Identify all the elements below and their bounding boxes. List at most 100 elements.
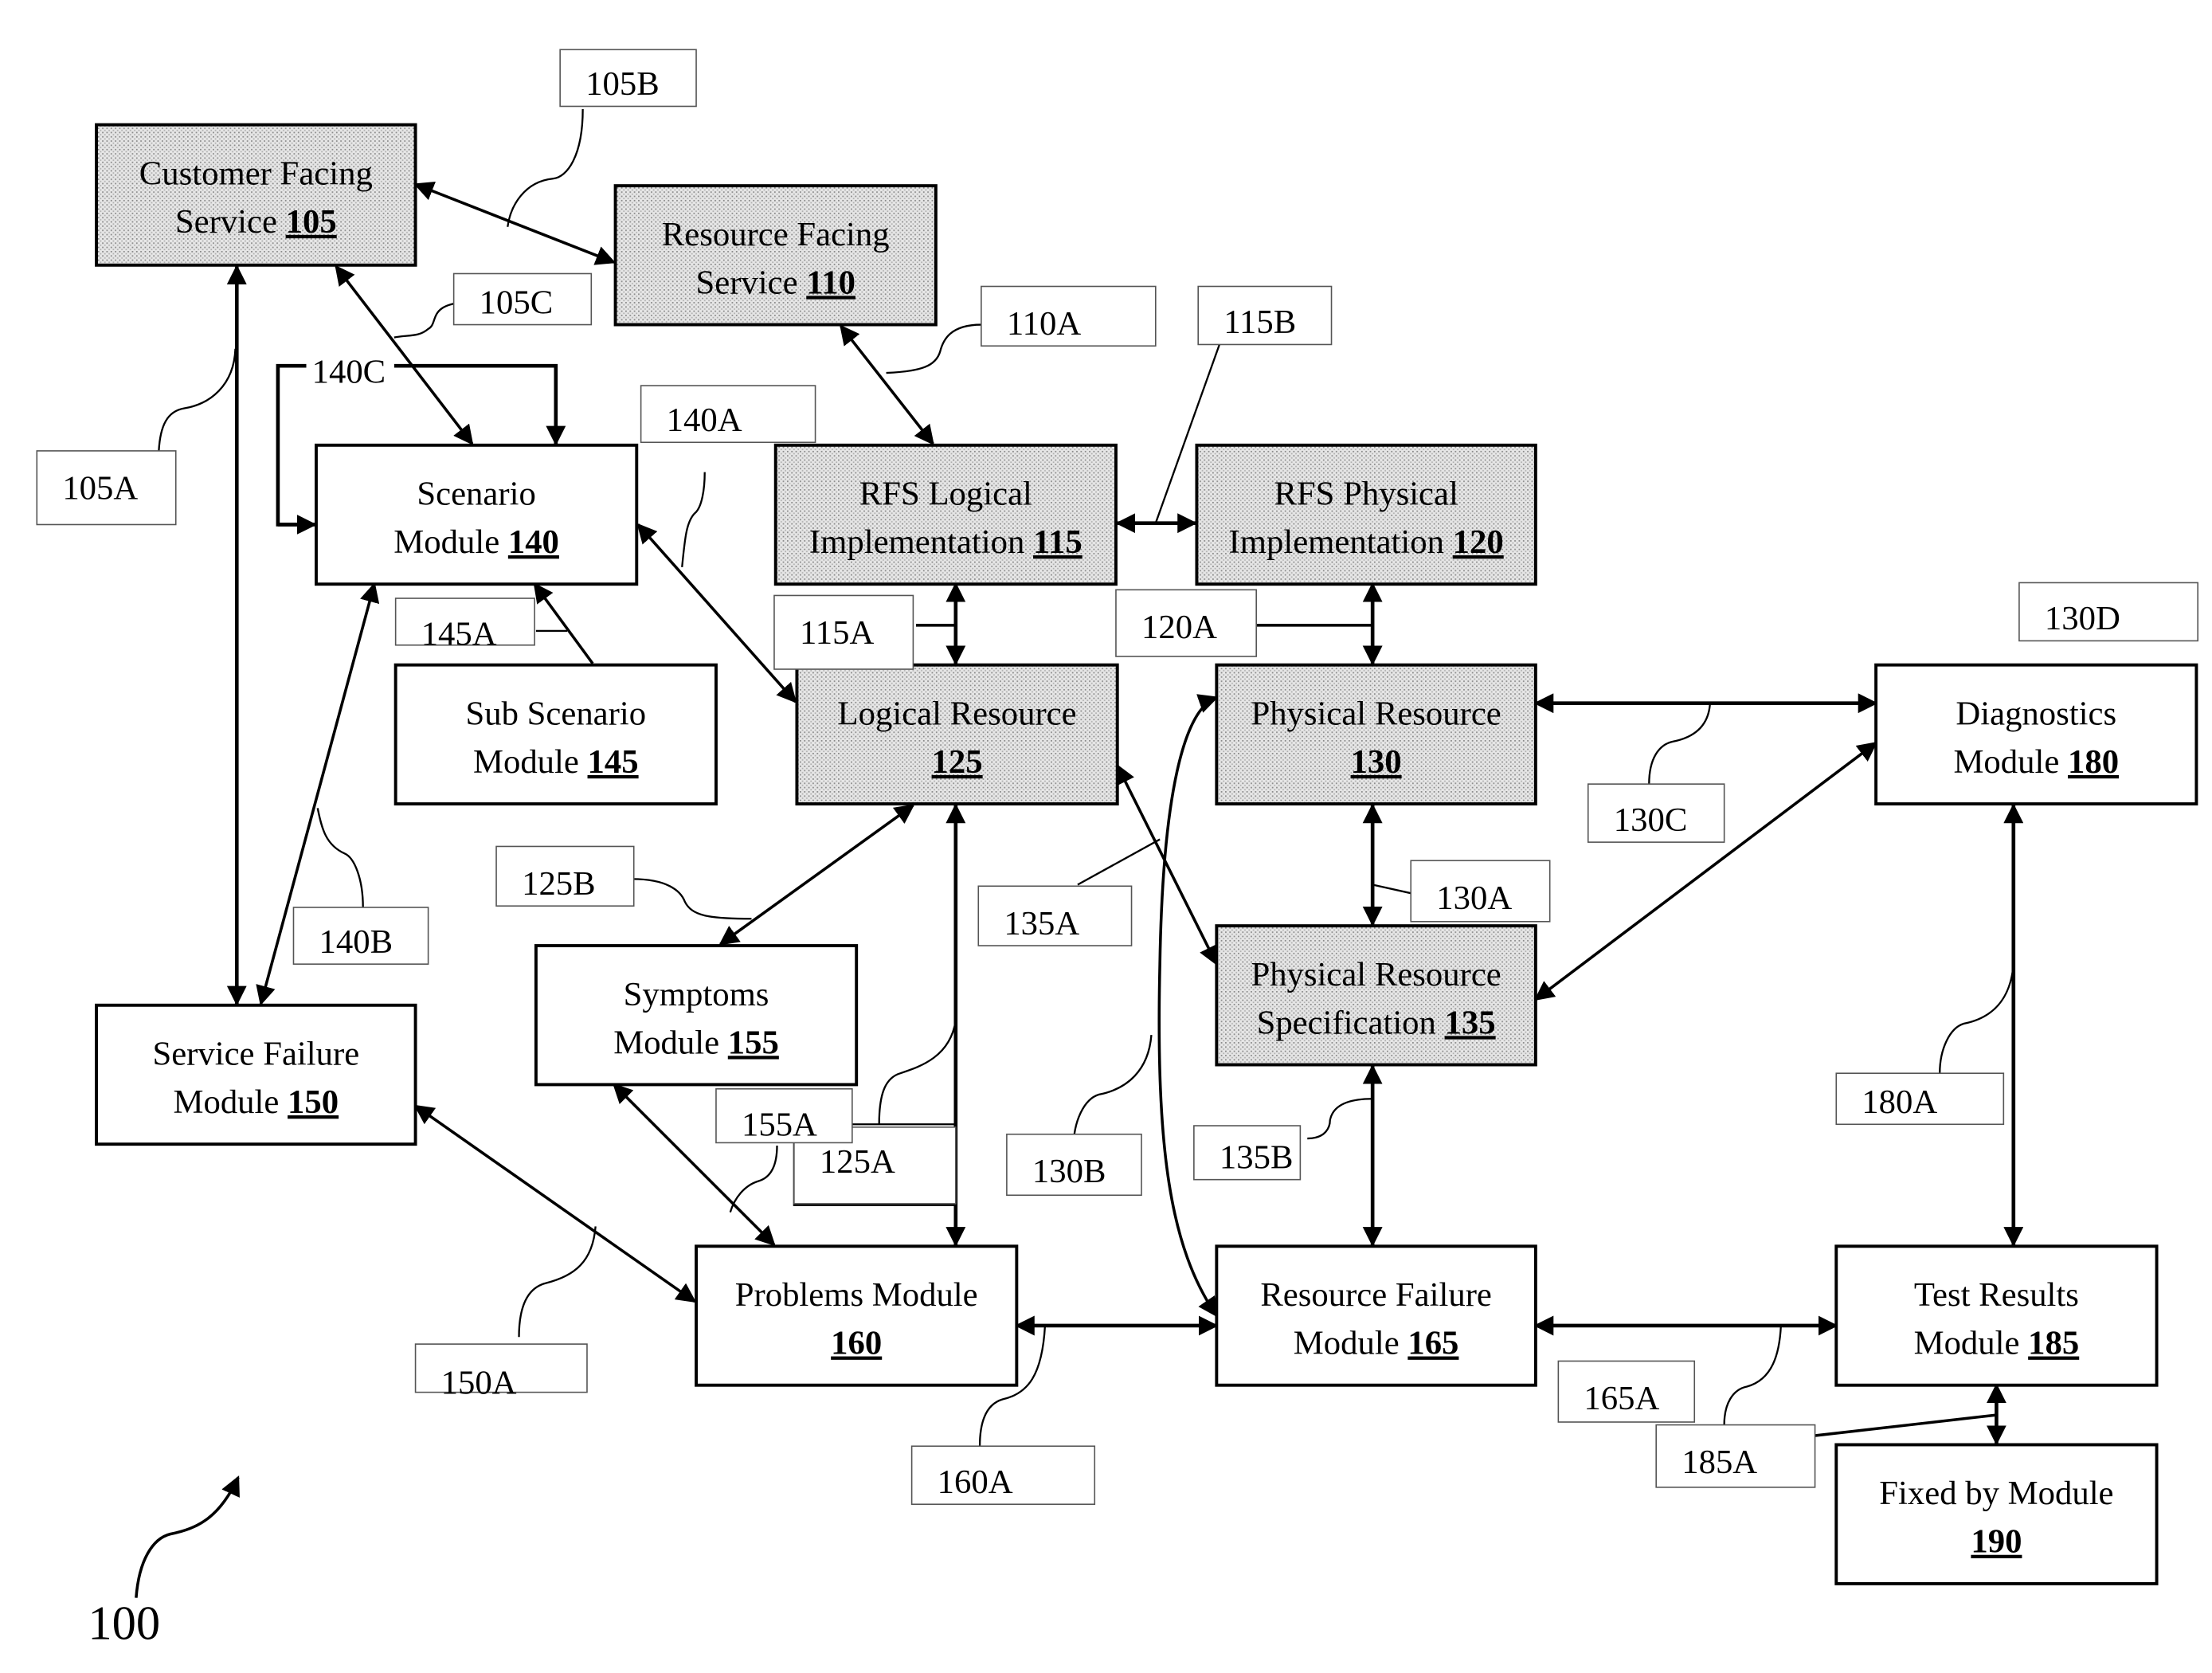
module-subtitle-text: Implementation xyxy=(809,523,1033,561)
module-box-frame xyxy=(795,663,1119,806)
ref-label-115a: 115A xyxy=(773,594,914,670)
ref-label-text: 125A xyxy=(820,1143,895,1181)
module-subtitle-text: Module xyxy=(1294,1325,1408,1362)
module-number: 185 xyxy=(2028,1325,2079,1362)
leader-105A xyxy=(158,348,237,451)
module-subtitle: Module 180 xyxy=(1953,743,2119,781)
leader-155A xyxy=(729,1145,778,1213)
leader-110A xyxy=(886,323,981,374)
connector-125-135 xyxy=(1116,763,1218,966)
ref-label-155a: 155A xyxy=(715,1087,853,1144)
module-title: Scenario xyxy=(417,476,535,513)
leader-140A xyxy=(681,472,706,567)
ref-label-text: 115B xyxy=(1223,304,1296,341)
module-box-150: Service Failure Module 150 xyxy=(95,1003,417,1146)
module-number: 155 xyxy=(728,1024,779,1061)
ref-label-105c: 105C xyxy=(452,272,593,326)
figure-number: 100 xyxy=(88,1597,160,1650)
leader-165A xyxy=(1723,1325,1782,1425)
figure-pointer-arrow xyxy=(135,1475,240,1598)
module-subtitle: Module 150 xyxy=(174,1083,339,1121)
module-subtitle: Module 165 xyxy=(1294,1325,1459,1362)
module-box-115: RFS Logical Implementation 115 xyxy=(773,443,1118,586)
module-box-frame xyxy=(95,123,417,267)
module-subtitle-text: Module xyxy=(613,1024,728,1061)
ref-label-text: 115A xyxy=(800,614,874,652)
ref-label-text: 130C xyxy=(1614,801,1688,839)
connector-150-160 xyxy=(413,1104,697,1303)
ref-label-140b: 140B xyxy=(292,907,429,965)
module-number: 145 xyxy=(588,743,639,781)
ref-label-text: 130A xyxy=(1436,880,1512,917)
module-number: 190 xyxy=(1971,1523,2022,1561)
module-box-165: Resource Failure Module 165 xyxy=(1215,1244,1537,1387)
leader-105B xyxy=(507,109,584,227)
ref-label-140a: 140A xyxy=(640,385,816,444)
ref-label-110a: 110A xyxy=(981,285,1157,347)
module-subtitle-text: Implementation xyxy=(1229,523,1453,561)
module-box-frame xyxy=(773,443,1118,586)
module-subtitle: Service 105 xyxy=(175,203,337,241)
module-title: Diagnostics xyxy=(1956,695,2116,732)
module-number: 150 xyxy=(288,1083,339,1121)
ref-label-text: 160A xyxy=(938,1463,1013,1501)
module-title: RFS Physical xyxy=(1274,476,1458,513)
module-box-frame xyxy=(613,184,938,327)
leader-125A xyxy=(878,1021,957,1125)
ref-label-text: 105A xyxy=(62,469,138,507)
ref-label-text: 110A xyxy=(1007,305,1081,343)
module-title: Symptoms xyxy=(624,976,769,1013)
module-title: Test Results xyxy=(1914,1276,2079,1314)
module-subtitle-text: Service xyxy=(175,203,286,241)
module-box-190: Fixed by Module 190 xyxy=(1834,1443,2159,1585)
leader-130B xyxy=(1072,1035,1153,1149)
ref-label-text: 105B xyxy=(585,65,660,103)
ref-label-text: 140C xyxy=(312,354,386,391)
module-subtitle-text: Service xyxy=(695,264,806,301)
ref-label-145a: 145A xyxy=(394,598,535,653)
ref-label-130b: 130B xyxy=(1006,1133,1142,1197)
module-box-145: Sub Scenario Module 145 xyxy=(393,663,718,806)
ref-label-text: 130D xyxy=(2045,600,2120,637)
leader-140B xyxy=(316,808,364,907)
module-box-frame xyxy=(1195,443,1537,586)
ref-label-text: 130B xyxy=(1032,1153,1106,1190)
module-subtitle-text: Module xyxy=(393,523,508,561)
module-subtitle: 160 xyxy=(831,1325,882,1362)
ref-label-text: 140B xyxy=(319,923,393,961)
leader-130C xyxy=(1648,703,1711,785)
connector-105-110 xyxy=(413,181,617,265)
leader-150A xyxy=(518,1226,597,1338)
module-subtitle: Module 140 xyxy=(393,523,559,561)
connector-145-140 xyxy=(533,582,594,664)
module-box-105: Customer Facing Service 105 xyxy=(95,123,417,267)
module-subtitle: 130 xyxy=(1351,743,1402,781)
module-subtitle-text: Module xyxy=(473,743,588,781)
ref-label-180a: 180A xyxy=(1835,1072,2005,1126)
module-number: 135 xyxy=(1445,1004,1496,1041)
module-box-160: Problems Module 160 xyxy=(695,1244,1019,1387)
ref-label-text: 120A xyxy=(1141,609,1217,646)
module-number: 110 xyxy=(806,264,855,301)
module-title: Problems Module xyxy=(735,1276,978,1314)
ref-label-135b: 135B xyxy=(1193,1125,1302,1181)
module-box-frame xyxy=(315,443,639,586)
module-title: RFS Logical xyxy=(859,476,1032,513)
module-subtitle: Specification 135 xyxy=(1257,1004,1496,1041)
ref-label-text: 135A xyxy=(1004,905,1079,942)
ref-label-text: 105C xyxy=(480,284,554,321)
ref-label-140c: 140C xyxy=(306,348,394,391)
module-number: 105 xyxy=(286,203,337,241)
module-title: Fixed by Module xyxy=(1879,1475,2113,1512)
module-title: Service Failure xyxy=(152,1036,359,1073)
ref-label-text: 155A xyxy=(742,1107,817,1144)
module-box-185: Test Results Module 185 xyxy=(1834,1244,2159,1387)
ref-label-160a: 160A xyxy=(910,1445,1096,1506)
ref-label-text: 165A xyxy=(1584,1380,1659,1417)
module-box-frame xyxy=(393,663,718,806)
connector-130-165 xyxy=(1157,694,1219,1318)
module-box-155: Symptoms Module 155 xyxy=(534,944,859,1087)
leader-125B xyxy=(632,878,752,920)
module-number: 130 xyxy=(1351,743,1402,781)
module-box-frame xyxy=(1215,1244,1537,1387)
